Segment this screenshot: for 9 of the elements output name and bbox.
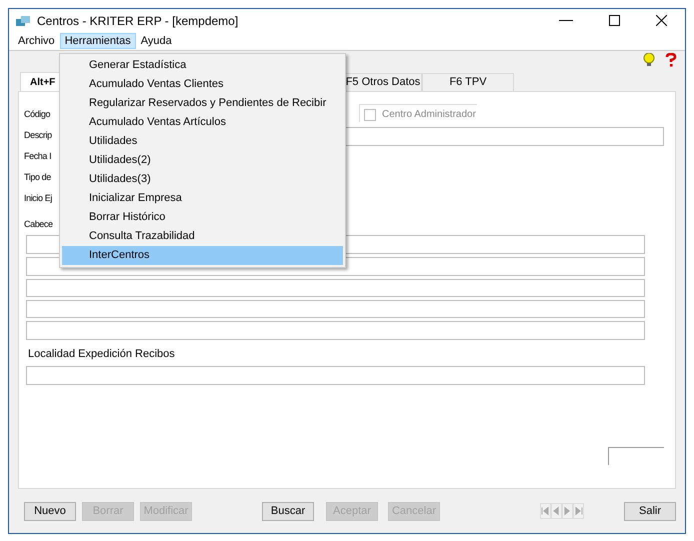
field-label: Tipo de: [24, 171, 51, 183]
window-title: Centros - KRITER ERP - [kempdemo]: [37, 12, 238, 30]
field-label: Código: [24, 108, 50, 120]
field-label: Fecha I: [24, 150, 52, 162]
field-label: Inicio Ej: [24, 192, 52, 204]
field-label: Localidad Expedición Recibos: [27, 347, 176, 362]
field-label: Cabece: [24, 218, 53, 230]
field-label: Descrip: [24, 129, 52, 141]
checkbox-label: Centro Administrador: [382, 108, 476, 122]
